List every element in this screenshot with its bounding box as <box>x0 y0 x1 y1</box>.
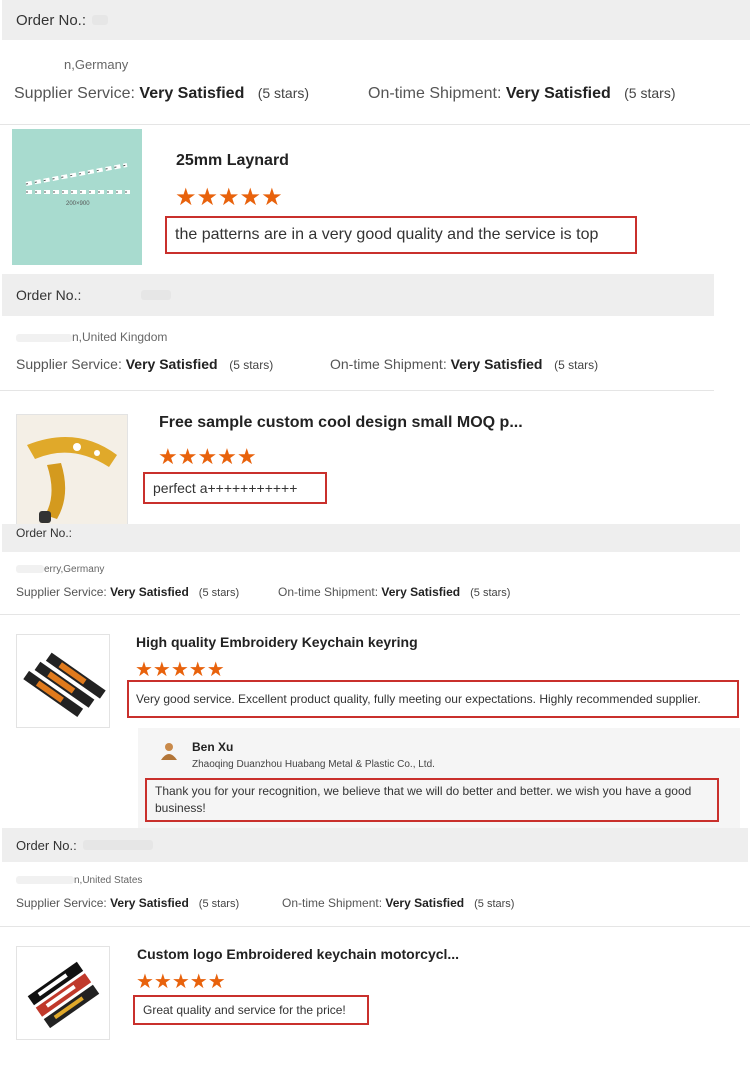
order-label: Order No.: <box>16 11 87 29</box>
order-label: Order No.: <box>16 287 82 303</box>
product-thumbnail[interactable] <box>16 414 128 526</box>
keychain-image <box>27 961 100 1029</box>
order-bar: Order No.: <box>2 524 740 552</box>
review-text-highlight: Great quality and service for the price! <box>133 995 369 1025</box>
order-bar: Order No.: <box>2 828 748 862</box>
shipment-rating: On-time Shipment: Very Satisfied (5 star… <box>282 896 515 910</box>
product-thumbnail[interactable] <box>16 634 110 728</box>
buyer-country: n,United Kingdom <box>16 330 167 344</box>
supplier-avatar <box>161 743 177 760</box>
rating-stars: ★★★★★ <box>158 444 257 469</box>
buyer-country: n,United States <box>16 875 142 886</box>
reply-text-highlight: Thank you for your recognition, we belie… <box>145 778 719 822</box>
review-text-highlight: Very good service. Excellent product qua… <box>127 680 739 718</box>
order-label: Order No.: <box>16 837 77 853</box>
reply-author-name: Ben Xu <box>192 740 234 754</box>
lanyard-image <box>27 437 117 523</box>
supplier-service-rating: Supplier Service: Very Satisfied (5 star… <box>16 356 274 372</box>
shipment-rating: On-time Shipment: Very Satisfied (5 star… <box>330 356 599 372</box>
review-text-highlight: the patterns are in a very good quality … <box>165 216 637 254</box>
order-bar: Order No.: <box>2 274 714 316</box>
product-title[interactable]: High quality Embroidery Keychain keyring <box>136 634 418 650</box>
order-label: Order No.: <box>16 526 73 540</box>
keychain-image <box>23 652 106 717</box>
shipment-rating: On-time Shipment: Very Satisfied (5 star… <box>278 585 511 599</box>
supplier-service-rating: Supplier Service: Very Satisfied (5 star… <box>16 585 240 599</box>
divider <box>0 614 740 615</box>
order-number-redacted <box>92 15 109 25</box>
svg-text:200×900: 200×900 <box>66 201 90 207</box>
order-bar: Order No.: <box>2 0 750 40</box>
rating-stars: ★★★★★ <box>175 184 283 211</box>
shipment-rating: On-time Shipment: Very Satisfied (5 star… <box>368 85 676 102</box>
buyer-country: erry,Germany <box>16 564 104 575</box>
product-title[interactable]: Free sample custom cool design small MOQ… <box>159 414 523 432</box>
review-text-highlight: perfect a+++++++++++ <box>143 472 327 504</box>
product-title[interactable]: Custom logo Embroidered keychain motorcy… <box>137 946 459 962</box>
product-thumbnail[interactable] <box>16 946 110 1040</box>
product-thumbnail[interactable]: 200×900 <box>12 129 142 265</box>
lanyard-image: 200×900 <box>25 163 130 207</box>
supplier-service-rating: Supplier Service: Very Satisfied (5 star… <box>14 85 310 102</box>
order-number-redacted <box>82 840 153 850</box>
reply-company: Zhaoqing Duanzhou Huabang Metal & Plasti… <box>192 759 435 770</box>
divider <box>0 124 750 125</box>
divider <box>0 390 714 391</box>
divider <box>0 926 750 927</box>
buyer-country: n,Germany <box>64 57 129 72</box>
supplier-service-rating: Supplier Service: Very Satisfied (5 star… <box>16 896 240 910</box>
rating-stars: ★★★★★ <box>136 971 226 993</box>
rating-stars: ★★★★★ <box>135 659 225 681</box>
order-number-redacted <box>141 290 172 300</box>
product-title[interactable]: 25mm Laynard <box>176 152 289 170</box>
